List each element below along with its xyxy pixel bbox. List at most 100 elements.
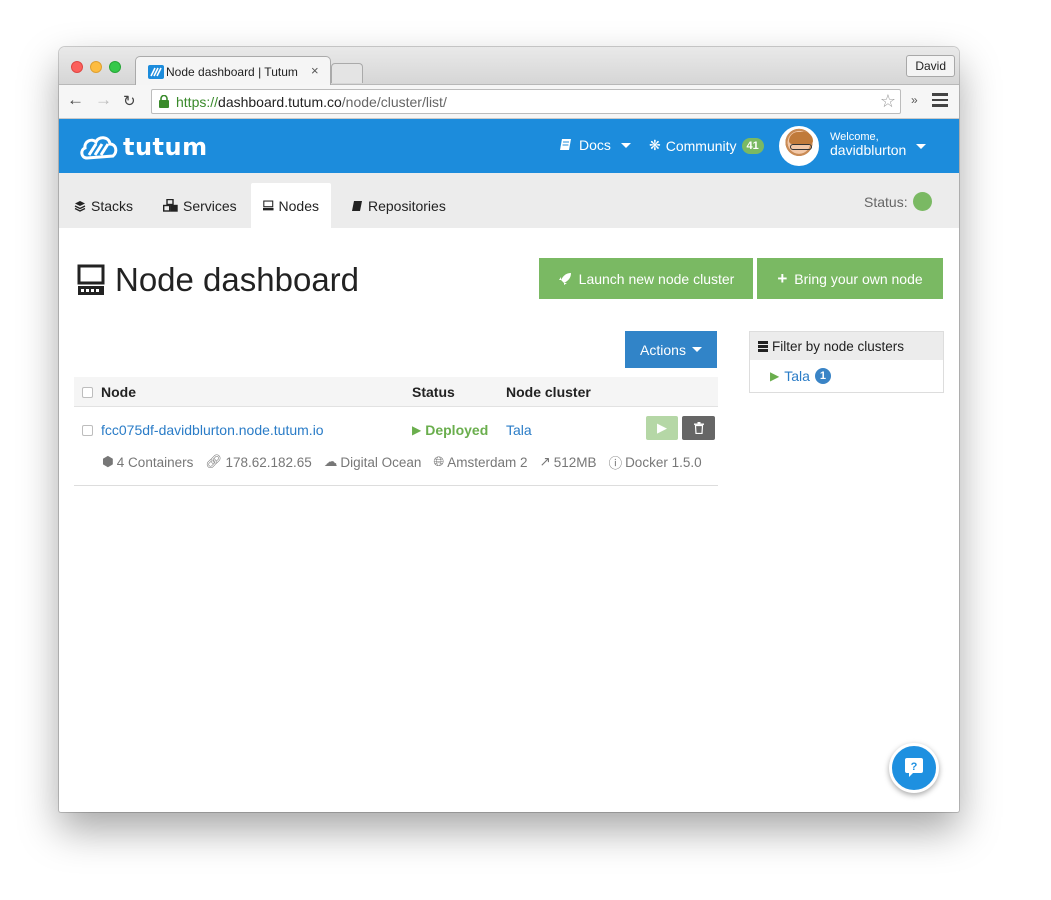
address-toolbar: ← → ↻ https://dashboard.tutum.co/node/cl…: [59, 85, 959, 119]
node-provider: ☁ Digital Ocean: [323, 454, 422, 470]
logo-text: tutum: [123, 133, 208, 161]
profile-button[interactable]: David: [906, 55, 955, 77]
trash-icon: [693, 422, 704, 434]
globe-icon: 🌐︎: [433, 454, 445, 469]
tab-repositories[interactable]: Repositories: [339, 183, 458, 228]
containers-count: ⬢ 4 Containers: [102, 454, 194, 470]
cubes-icon: [163, 199, 178, 212]
byon-button-label: Bring your own node: [794, 270, 923, 287]
browser-tab-active[interactable]: Node dashboard | Tutum ×: [135, 56, 331, 86]
node-cluster-link[interactable]: Tala: [506, 422, 532, 438]
browser-tab-bar: Node dashboard | Tutum × David: [59, 47, 959, 86]
column-status[interactable]: Status: [412, 384, 455, 400]
actions-dropdown-button[interactable]: Actions: [625, 331, 717, 368]
username: davidblurton: [830, 142, 907, 158]
help-chat-button[interactable]: ?: [889, 743, 939, 793]
column-node-cluster[interactable]: Node cluster: [506, 384, 591, 400]
user-chevron-down-icon[interactable]: [916, 144, 926, 149]
bookmark-star-icon[interactable]: ☆: [880, 91, 896, 112]
close-window-button[interactable]: [71, 61, 83, 73]
status-indicator[interactable]: [913, 192, 932, 211]
chevron-down-icon: [620, 142, 631, 148]
tutum-favicon-icon: [148, 65, 164, 79]
tab-title: Node dashboard | Tutum: [166, 65, 298, 79]
terminate-node-button[interactable]: [682, 416, 715, 440]
play-icon: ▶: [657, 420, 667, 435]
browser-menu-icon[interactable]: [932, 93, 948, 107]
docker-version: ⓘ Docker 1.5.0: [609, 452, 702, 472]
reload-icon[interactable]: ↻: [123, 92, 136, 110]
resize-icon: ↗: [539, 454, 551, 469]
tab-stacks-label: Stacks: [91, 197, 134, 214]
gear-icon: ❋: [649, 137, 661, 153]
docs-label: Docs: [579, 137, 611, 153]
link-icon: 🔗︎: [205, 454, 223, 469]
app-header: tutum Docs ❋ Community 41 Welcome, david…: [59, 119, 959, 173]
cloud-icon: ☁: [323, 454, 338, 469]
cube-icon: ⬢: [102, 454, 114, 469]
book-icon: [352, 200, 362, 211]
launch-button-label: Launch new node cluster: [578, 270, 735, 287]
filter-title: Filter by node clusters: [772, 338, 905, 354]
tab-nodes[interactable]: Nodes: [251, 183, 331, 228]
play-icon: ▶: [412, 423, 422, 437]
info-icon: ⓘ: [608, 456, 623, 471]
tab-stacks[interactable]: Stacks: [62, 183, 145, 228]
node-icon: [263, 200, 274, 211]
bring-your-own-node-button[interactable]: + Bring your own node: [757, 258, 943, 299]
start-node-button[interactable]: ▶: [646, 416, 678, 440]
node-hostname-link[interactable]: fcc075df-davidblurton.node.tutum.io: [101, 422, 324, 438]
docs-menu[interactable]: Docs: [559, 137, 631, 153]
node-details: ⬢ 4 Containers 🔗︎ 178.62.182.65 ☁ Digital O…: [102, 452, 702, 472]
user-menu[interactable]: Welcome, davidblurton: [830, 131, 906, 157]
filter-item-label: Tala: [784, 368, 810, 384]
actions-label: Actions: [640, 341, 686, 358]
book-icon: [560, 139, 571, 150]
tab-close-icon[interactable]: ×: [311, 63, 319, 78]
help-icon: ?: [905, 758, 923, 777]
new-tab-button[interactable]: [331, 63, 363, 83]
avatar[interactable]: [779, 126, 819, 166]
tab-nodes-label: Nodes: [278, 197, 319, 214]
tab-services[interactable]: Services: [151, 183, 249, 228]
url-text: https://dashboard.tutum.co/node/cluster/…: [176, 94, 447, 110]
status-badge: ▶ Deployed: [412, 422, 488, 438]
rocket-icon: [558, 272, 571, 285]
row-checkbox[interactable]: [82, 425, 93, 436]
tab-services-label: Services: [183, 197, 237, 214]
filter-item-tala[interactable]: ▶ Tala 1: [770, 368, 832, 384]
community-link[interactable]: ❋ Community 41: [649, 137, 764, 154]
maximize-window-button[interactable]: [109, 61, 121, 73]
list-icon: [758, 340, 768, 352]
chevron-down-icon: [691, 347, 702, 352]
page-title: Node dashboard: [115, 261, 360, 298]
table-row: fcc075df-davidblurton.node.tutum.io ▶ De…: [74, 409, 718, 486]
play-icon: ▶: [770, 369, 780, 383]
cluster-filter-panel: Filter by node clusters ▶ Tala 1: [749, 331, 944, 393]
select-all-checkbox[interactable]: [82, 387, 93, 398]
layers-icon: [74, 200, 86, 212]
plus-icon: +: [777, 268, 788, 288]
status-text: Deployed: [425, 422, 489, 438]
node-table-header: Node Status Node cluster: [74, 377, 718, 407]
url-bar[interactable]: https://dashboard.tutum.co/node/cluster/…: [151, 89, 901, 114]
page-header: Node dashboard: [77, 261, 359, 299]
section-tabs: Stacks Services Nodes Repositories Statu…: [59, 173, 959, 228]
forward-arrow-icon[interactable]: →: [95, 90, 112, 110]
extensions-overflow-button[interactable]: »: [911, 93, 918, 107]
back-arrow-icon[interactable]: ←: [67, 90, 84, 110]
tab-repositories-label: Repositories: [368, 197, 446, 214]
tutum-cloud-icon: [80, 136, 118, 160]
status-label: Status:: [864, 194, 908, 210]
node-memory: ↗ 512MB: [539, 454, 597, 470]
browser-window: Node dashboard | Tutum × David ← → ↻ htt…: [59, 47, 959, 812]
svg-text:?: ?: [911, 761, 918, 773]
tutum-logo[interactable]: tutum: [79, 131, 208, 163]
lock-icon: [159, 95, 169, 108]
node-region: 🌐︎ Amsterdam 2: [433, 454, 528, 470]
launch-node-cluster-button[interactable]: Launch new node cluster: [539, 258, 753, 299]
filter-header: Filter by node clusters: [750, 332, 943, 360]
column-node[interactable]: Node: [101, 384, 136, 400]
node-ip: 🔗︎ 178.62.182.65: [205, 454, 312, 470]
minimize-window-button[interactable]: [90, 61, 102, 73]
